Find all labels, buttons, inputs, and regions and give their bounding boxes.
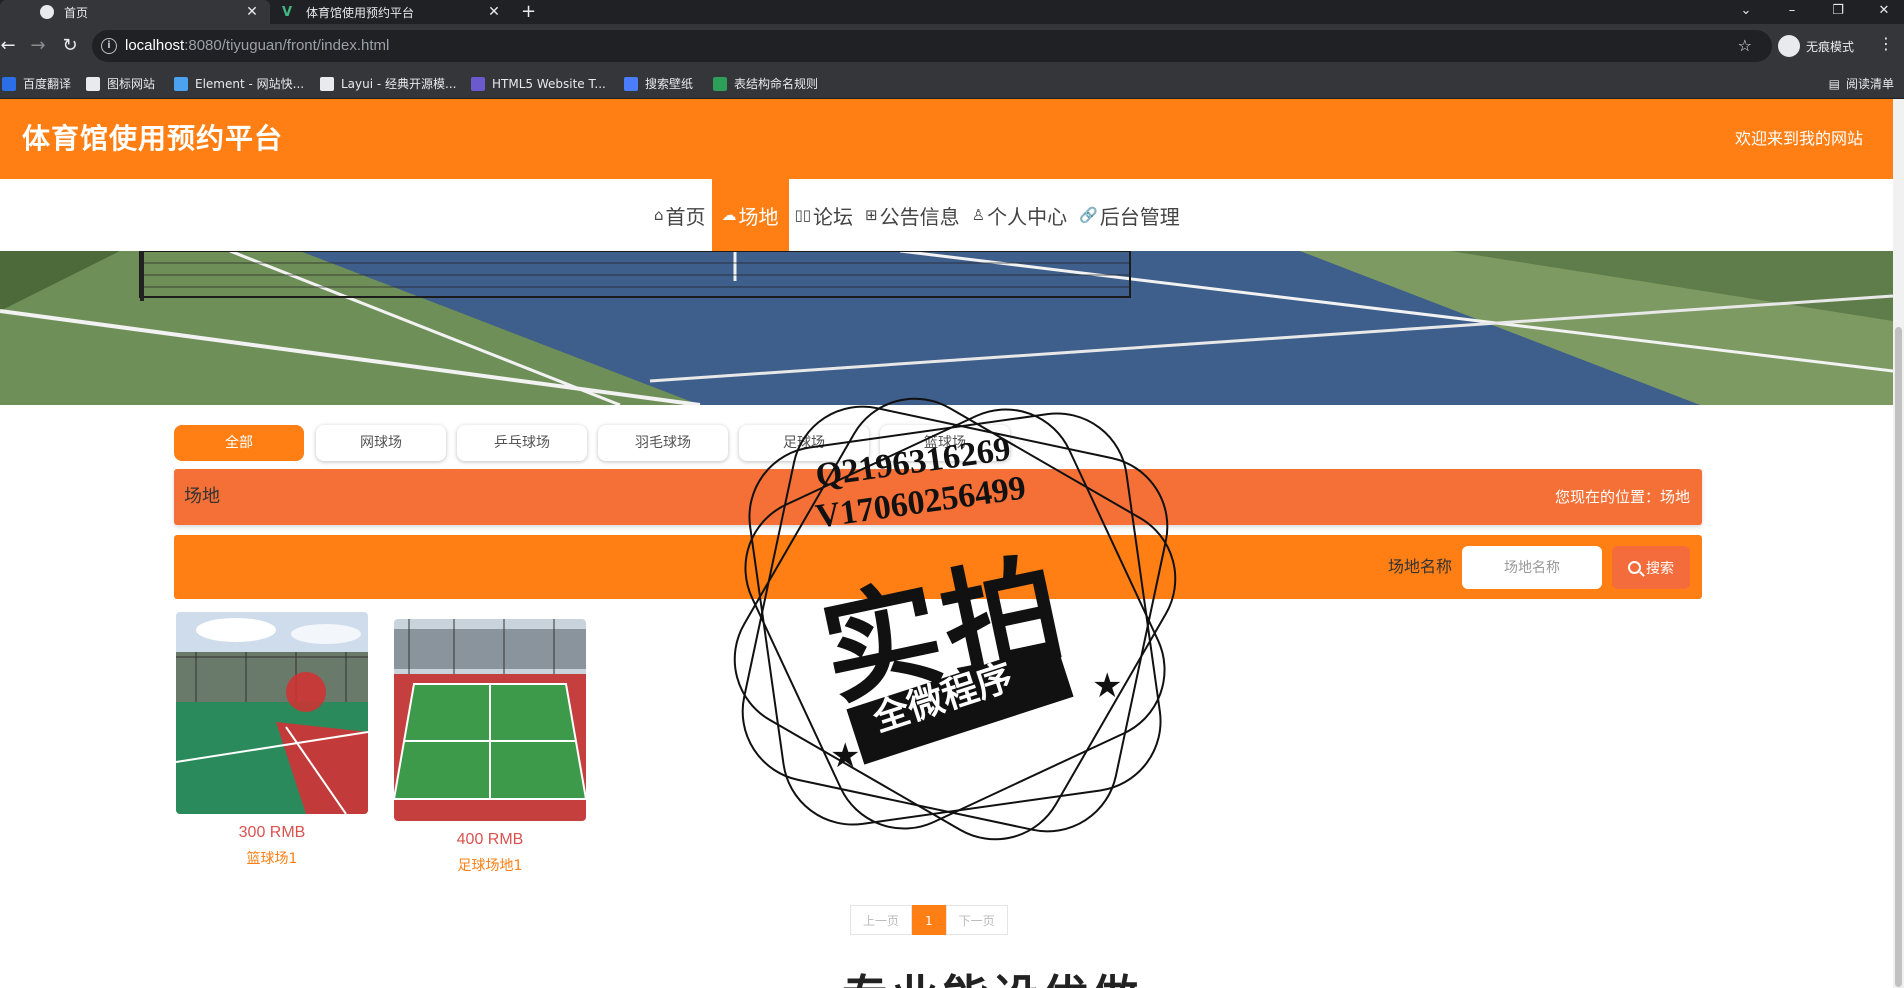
venue-image[interactable] — [394, 619, 586, 821]
tab-title: 首页 — [64, 5, 89, 20]
flag-icon — [86, 76, 100, 91]
venue-card[interactable]: 400 RMB 足球场地1 — [394, 619, 586, 875]
incognito-label: 无痕模式 — [1806, 39, 1855, 54]
url-text[interactable]: localhost:8080/tiyuguan/front/index.html — [125, 30, 389, 62]
bookmark-item[interactable]: 百度翻译 — [2, 68, 71, 99]
pagination: 上一页 1 下一页 — [850, 905, 1008, 935]
venue-price: 400 RMB — [456, 831, 524, 848]
translate-icon — [2, 76, 16, 91]
browser-tab-home[interactable]: 首页 ✕ — [0, 0, 270, 24]
star-icon: ★ — [1092, 666, 1123, 706]
back-icon[interactable]: ← — [0, 34, 20, 58]
close-window-icon[interactable]: ✕ — [1862, 0, 1904, 24]
welcome-text: 欢迎来到我的网站 — [1734, 129, 1863, 148]
next-page-button[interactable]: 下一页 — [945, 905, 1008, 935]
category-tab-tennis[interactable]: 网球场 — [316, 425, 446, 461]
user-icon: ♙ — [971, 206, 986, 224]
forum-icon: ▯▯ — [794, 206, 812, 224]
tab-search-icon[interactable]: ⌄ — [1724, 0, 1768, 24]
minimize-icon[interactable]: – — [1770, 0, 1814, 24]
bookmark-item[interactable]: Element - 网站快... — [174, 68, 304, 99]
link-icon: 🔗 — [1079, 206, 1098, 224]
category-tab-basketball[interactable]: 篮球场 — [880, 425, 1010, 461]
bookmark-item[interactable]: 图标网站 — [86, 68, 155, 99]
globe-icon — [40, 5, 54, 19]
search-button[interactable]: 搜索 — [1612, 546, 1690, 589]
venue-image[interactable] — [176, 612, 368, 814]
reload-icon[interactable]: ↻ — [58, 34, 82, 58]
info-icon[interactable]: i — [101, 38, 117, 54]
bookmark-star-icon[interactable]: ☆ — [1738, 36, 1752, 55]
incognito-icon — [1778, 35, 1800, 57]
reading-list-icon: ▤ — [1828, 76, 1840, 91]
layui-icon — [320, 76, 334, 91]
cloud-icon: ☁ — [721, 206, 737, 224]
page-scrollbar[interactable] — [1893, 99, 1904, 988]
venue-name[interactable]: 足球场地1 — [394, 855, 586, 875]
more-menu-icon[interactable]: ⋮ — [1878, 34, 1894, 53]
vue-icon: V — [282, 5, 293, 20]
nav-admin[interactable]: 🔗 后台管理 — [1073, 179, 1186, 251]
page-number[interactable]: 1 — [912, 905, 946, 935]
nav-home[interactable]: ⌂ 首页 — [648, 179, 712, 251]
notice-icon: ⊞ — [865, 206, 878, 224]
main-nav: ⌂ 首页 ☁ 场地 ▯▯ 论坛 ⊞ 公告信息 ♙ 个人中心 🔗 后台管理 — [0, 179, 1893, 251]
home-icon: ⌂ — [654, 206, 664, 224]
search-icon — [1628, 561, 1641, 574]
section-title: 场地 — [184, 486, 220, 507]
prev-page-button[interactable]: 上一页 — [850, 905, 913, 935]
watermark-ribbon — [846, 641, 1074, 765]
venue-name-input[interactable] — [1462, 546, 1602, 589]
football-court-photo — [394, 619, 586, 821]
html5-icon — [471, 76, 485, 91]
category-tab-pingpong[interactable]: 乒乓球场 — [457, 425, 587, 461]
bookmark-item[interactable]: HTML5 Website T... — [471, 68, 606, 99]
venue-card[interactable]: 300 RMB 篮球场1 — [176, 612, 368, 868]
browser-tab-platform[interactable]: V 体育馆使用预约平台 ✕ — [272, 0, 512, 24]
site-header: 体育馆使用预约平台 欢迎来到我的网站 — [0, 99, 1893, 179]
bookmark-item[interactable]: 搜索壁纸 — [624, 68, 693, 99]
reading-list[interactable]: ▤ 阅读清单 — [1829, 68, 1894, 99]
nav-profile[interactable]: ♙ 个人中心 — [966, 179, 1073, 251]
browser-tab-bar: 首页 ✕ V 体育馆使用预约平台 ✕ + ⌄ – ❐ ✕ — [0, 0, 1904, 24]
category-tab-all[interactable]: 全部 — [174, 425, 304, 461]
browser-toolbar: ← → ↻ i localhost:8080/tiyuguan/front/in… — [0, 24, 1904, 68]
incognito-indicator[interactable]: 无痕模式 — [1778, 33, 1854, 59]
breadcrumb: 您现在的位置：场地 — [1554, 488, 1690, 506]
search-bar: 场地名称 搜索 — [174, 535, 1702, 599]
venue-name[interactable]: 篮球场1 — [176, 848, 368, 868]
basketball-court-photo — [176, 612, 368, 814]
nav-venues[interactable]: ☁ 场地 — [711, 179, 789, 251]
nav-notices[interactable]: ⊞ 公告信息 — [859, 179, 966, 251]
venue-price: 300 RMB — [238, 824, 306, 841]
tennis-court-photo — [0, 251, 1893, 405]
restore-icon[interactable]: ❐ — [1816, 0, 1860, 24]
section-heading: 专业能设优做 — [842, 961, 1142, 988]
site-title: 体育馆使用预约平台 — [22, 122, 284, 155]
bookmark-item[interactable]: 表结构命名规则 — [713, 68, 818, 99]
close-icon[interactable]: ✕ — [242, 4, 262, 20]
search-label: 场地名称 — [1387, 557, 1452, 576]
banner-image — [0, 251, 1893, 405]
new-tab-button[interactable]: + — [521, 0, 536, 24]
bookmark-item[interactable]: Layui - 经典开源模... — [320, 68, 456, 99]
bookmarks-bar: 百度翻译 图标网站 Element - 网站快... Layui - 经典开源模… — [0, 68, 1904, 99]
wallpaper-icon — [624, 76, 638, 91]
address-bar[interactable]: i localhost:8080/tiyuguan/front/index.ht… — [92, 30, 1772, 62]
table-icon — [713, 76, 727, 91]
close-icon[interactable]: ✕ — [484, 4, 504, 20]
page-viewport: 体育馆使用预约平台 欢迎来到我的网站 ⌂ 首页 ☁ 场地 ▯▯ 论坛 ⊞ 公告信息 ♙ 个… — [0, 99, 1904, 988]
star-icon: ★ — [830, 736, 861, 776]
watermark-ribbon-text: 全微程序 — [868, 656, 1018, 741]
scrollbar-thumb[interactable] — [1895, 327, 1902, 987]
category-tab-badminton[interactable]: 羽毛球场 — [598, 425, 728, 461]
nav-forum[interactable]: ▯▯ 论坛 — [789, 179, 860, 251]
element-icon — [174, 76, 188, 91]
tab-title: 体育馆使用预约平台 — [306, 5, 415, 20]
section-header: 场地 您现在的位置：场地 — [174, 469, 1702, 525]
forward-icon[interactable]: → — [26, 34, 50, 58]
category-tab-football[interactable]: 足球场 — [739, 425, 869, 461]
